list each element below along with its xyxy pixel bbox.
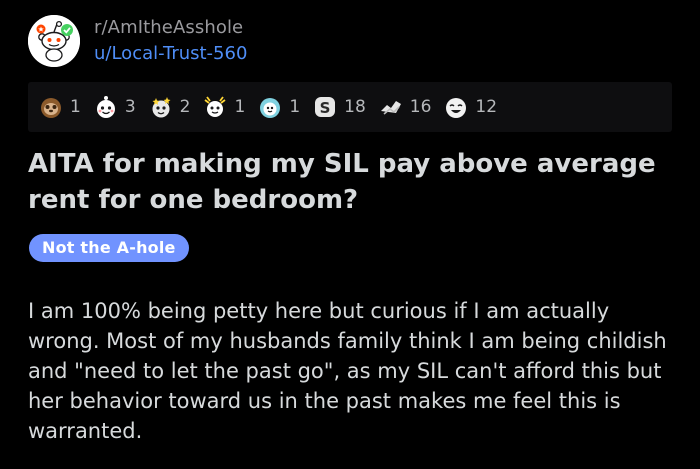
subreddit-avatar[interactable] — [28, 15, 80, 67]
award-item[interactable]: 12 — [443, 94, 497, 120]
post-title[interactable]: AITA for making my SIL pay above average… — [28, 146, 678, 218]
post-header: r/AmItheAsshole u/Local-Trust-560 — [28, 15, 247, 67]
award-item[interactable]: 1 — [38, 94, 81, 120]
award-count: 1 — [289, 97, 301, 117]
post-flair[interactable]: Not the A-hole — [29, 234, 189, 262]
wholesome-seal-award-icon — [257, 94, 283, 120]
award-item[interactable]: 1 — [257, 94, 300, 120]
helpful-award-icon — [378, 94, 404, 120]
laughing-award-icon — [443, 94, 469, 120]
starstruck-award-icon — [148, 94, 174, 120]
header-text: r/AmItheAsshole u/Local-Trust-560 — [94, 17, 247, 66]
award-count: 12 — [475, 97, 498, 117]
award-count: 1 — [234, 97, 246, 117]
award-item[interactable]: 3 — [93, 94, 136, 120]
award-count: 1 — [70, 97, 81, 117]
award-count: 3 — [124, 97, 136, 117]
svg-text:S: S — [320, 99, 331, 117]
award-item[interactable]: 16 — [378, 94, 432, 120]
award-item[interactable]: 1 — [202, 94, 245, 120]
take-my-energy-award-icon — [202, 94, 228, 120]
post-body: I am 100% being petty here but curious i… — [28, 299, 667, 443]
wholesome-award-icon — [93, 94, 119, 120]
sloth-award-icon — [38, 94, 64, 120]
subreddit-name[interactable]: r/AmItheAsshole — [94, 17, 247, 39]
award-count: 2 — [179, 97, 191, 117]
silver-award-icon: S — [312, 94, 338, 120]
author-name[interactable]: u/Local-Trust-560 — [94, 42, 247, 66]
award-count: 18 — [344, 97, 366, 117]
award-item[interactable]: S 18 — [312, 94, 366, 120]
award-item[interactable]: 2 — [148, 94, 191, 120]
award-count: 16 — [409, 97, 432, 117]
awards-bar[interactable]: 1 3 2 1 1 S 18 16 12 — [28, 82, 672, 132]
snoo-icon — [28, 15, 80, 67]
